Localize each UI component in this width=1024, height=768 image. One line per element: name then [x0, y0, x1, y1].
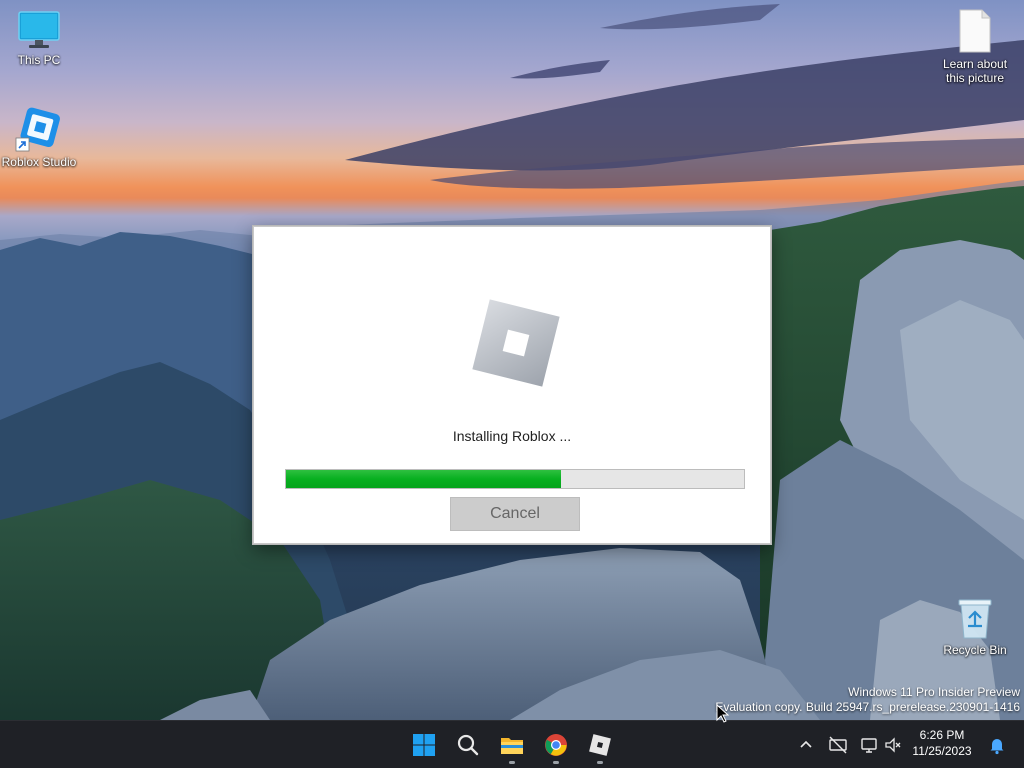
install-progress-bar — [285, 469, 745, 489]
watermark-build: Evaluation copy. Build 25947.rs_prerelea… — [715, 700, 1020, 714]
file-explorer-button[interactable] — [492, 725, 532, 765]
recycle-bin-icon — [958, 599, 992, 639]
roblox-logo-icon — [472, 299, 560, 387]
roblox-taskbar-button[interactable] — [580, 725, 620, 765]
display-icon[interactable] — [860, 733, 880, 757]
desktop-icon-label: Roblox Studio — [1, 155, 77, 169]
desktop-icon-roblox-studio[interactable]: Roblox Studio — [0, 106, 78, 169]
chrome-button[interactable] — [536, 725, 576, 765]
volume-muted-icon[interactable] — [884, 733, 902, 757]
document-icon — [959, 9, 991, 53]
windows-watermark: Windows 11 Pro Insider Preview Evaluatio… — [715, 685, 1020, 715]
running-indicator — [553, 761, 559, 764]
desktop-icon-this-pc[interactable]: This PC — [0, 10, 78, 67]
clock-time: 6:26 PM — [919, 728, 965, 742]
search-button[interactable] — [448, 725, 488, 765]
desktop-icon-label: Learn about this picture — [942, 57, 1008, 85]
desktop-icon-learn-about-picture[interactable]: Learn about this picture — [936, 8, 1014, 85]
taskbar — [0, 720, 1024, 768]
roblox-studio-icon — [15, 107, 60, 152]
network-off-icon[interactable] — [828, 733, 848, 757]
notification-bell-icon[interactable] — [988, 733, 1006, 757]
watermark-edition: Windows 11 Pro Insider Preview — [848, 685, 1020, 699]
windows-logo-icon — [413, 734, 435, 756]
folder-icon — [501, 738, 523, 754]
roblox-icon — [589, 734, 611, 756]
clock-date: 11/25/2023 — [912, 744, 972, 758]
mouse-cursor-icon — [716, 704, 730, 723]
install-status-text: Installing Roblox ... — [452, 428, 572, 444]
cancel-button[interactable]: Cancel — [450, 497, 580, 531]
search-icon — [457, 734, 479, 756]
desktop-icon-label: This PC — [17, 53, 61, 67]
desktop-icon-label: Recycle Bin — [943, 643, 1007, 657]
start-button[interactable] — [404, 725, 444, 765]
chrome-icon — [545, 734, 567, 756]
install-progress-fill — [286, 470, 561, 488]
running-indicator — [597, 761, 603, 764]
running-indicator — [509, 761, 515, 764]
desktop-icon-recycle-bin[interactable]: Recycle Bin — [936, 596, 1014, 657]
taskbar-clock[interactable]: 6:26 PM 11/25/2023 — [904, 727, 980, 759]
chevron-up-icon[interactable] — [798, 733, 814, 757]
monitor-icon — [18, 11, 60, 48]
